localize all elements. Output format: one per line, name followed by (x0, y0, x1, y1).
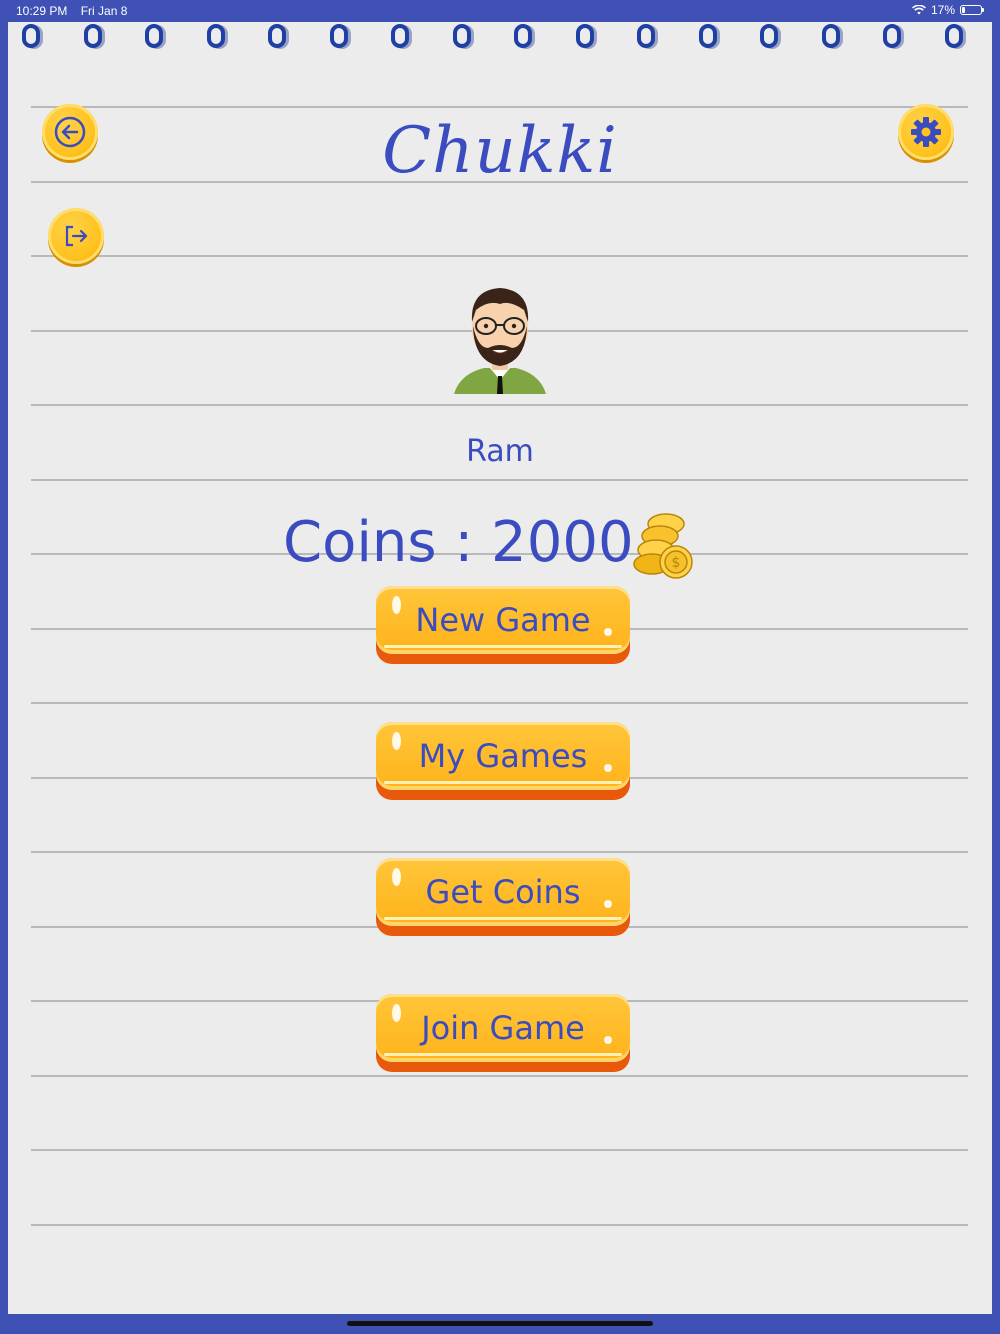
button-shine (604, 1036, 612, 1044)
new-game-button[interactable]: New Game (376, 586, 630, 664)
join-game-label: Join Game (421, 1009, 585, 1047)
ruled-line (31, 1149, 968, 1151)
my-games-label: My Games (418, 737, 588, 775)
notebook-ring (391, 24, 409, 48)
my-games-button[interactable]: My Games (376, 722, 630, 800)
ruled-line (31, 1074, 968, 1077)
settings-button[interactable] (898, 104, 954, 160)
home-indicator[interactable] (347, 1321, 653, 1326)
my-games-button-face: My Games (376, 722, 630, 790)
battery-level (962, 7, 965, 13)
notebook-ring (637, 24, 655, 48)
notebook-ring (145, 24, 163, 48)
notebook-ring (575, 24, 594, 48)
join-game-button-face: Join Game (376, 994, 630, 1062)
logout-button[interactable] (48, 208, 104, 264)
button-highlight (384, 781, 622, 784)
notebook-ring (452, 24, 471, 48)
notebook-ring (268, 24, 286, 48)
status-right: 17% (912, 3, 984, 17)
notebook-ring (760, 24, 778, 48)
notebook-ring (22, 24, 40, 48)
get-coins-button[interactable]: Get Coins (376, 858, 630, 936)
ruled-line (31, 1223, 968, 1226)
wifi-icon (912, 5, 926, 15)
button-shine (604, 764, 612, 772)
new-game-button-face: New Game (376, 586, 630, 654)
new-game-label: New Game (415, 601, 591, 639)
ruled-line (31, 478, 968, 481)
app-title: Chukki (382, 114, 618, 188)
get-coins-button-face: Get Coins (376, 858, 630, 926)
button-highlight (384, 917, 622, 920)
coin-stack-icon: $ (633, 513, 693, 579)
notebook-rings (8, 22, 992, 52)
notebook-ring (821, 24, 840, 48)
notebook-ring (698, 24, 717, 48)
ruled-line (31, 702, 968, 704)
button-shine (392, 1004, 401, 1022)
ruled-line (31, 404, 968, 406)
get-coins-label: Get Coins (425, 873, 581, 911)
notebook-paper: Chukki Ram Coins: 2000 $ New Game My Ga… (8, 22, 992, 1314)
button-highlight (384, 1053, 622, 1056)
join-game-button[interactable]: Join Game (376, 994, 630, 1072)
notebook-ring (329, 24, 348, 48)
button-shine (392, 868, 401, 886)
notebook-ring (514, 24, 532, 48)
status-date: Fri Jan 8 (80, 4, 128, 18)
username: Ram (466, 434, 534, 469)
avatar (454, 288, 546, 394)
button-shine (392, 732, 401, 750)
ruled-line (31, 255, 968, 257)
button-shine (604, 628, 612, 636)
button-highlight (384, 645, 622, 648)
notebook-ring (883, 24, 901, 48)
ruled-line (31, 106, 968, 108)
button-shine (392, 596, 401, 614)
notebook-ring (206, 24, 225, 48)
notebook-ring (83, 24, 102, 48)
notebook-ring (944, 24, 963, 48)
ruled-line (31, 851, 968, 853)
status-bar: 10:29 PM Fri Jan 8 17% (0, 0, 1000, 22)
coins-balance: Coins : 2000 (283, 510, 634, 575)
battery-percent: 17% (930, 3, 955, 17)
status-time: 10:29 PM (16, 4, 68, 18)
svg-text:$: $ (672, 555, 681, 571)
battery-icon (960, 5, 984, 15)
coins-row: Coins : 2000 $ (8, 510, 992, 590)
status-left: 10:29 PM Fri Jan 8 (16, 4, 137, 18)
button-shine (604, 900, 612, 908)
logout-icon (65, 225, 88, 247)
gear-icon (911, 117, 941, 147)
